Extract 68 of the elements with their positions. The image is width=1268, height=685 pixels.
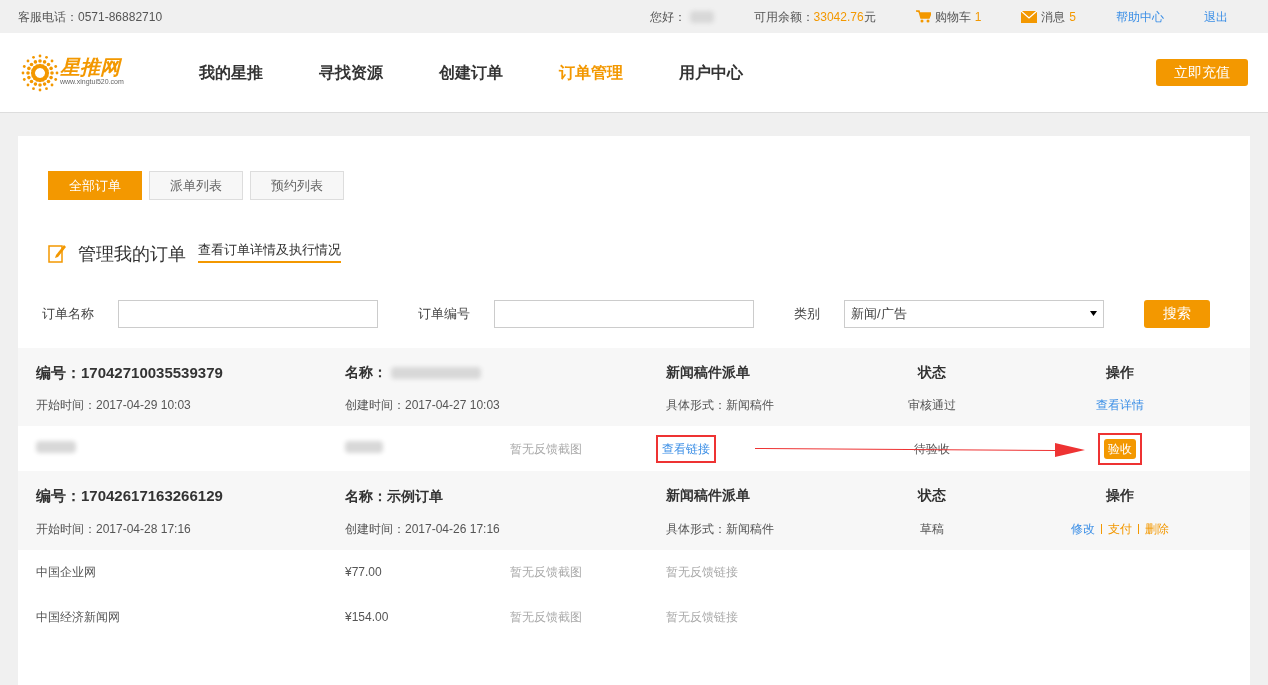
tab[interactable]: 派单列表	[149, 171, 243, 200]
balance-amount: 33042.76	[813, 8, 864, 26]
order-name: 名称：	[345, 363, 387, 383]
envelope-icon	[1021, 10, 1038, 23]
start-time: 开始时间：2017-04-29 10:03	[36, 397, 192, 414]
order-status: 草稿	[920, 520, 944, 538]
status-heading: 状态	[918, 486, 946, 505]
order-form: 具体形式：新闻稿件	[666, 397, 775, 414]
nav-item[interactable]: 用户中心	[678, 60, 743, 85]
order-name-label: 订单名称	[42, 304, 94, 323]
screenshot-status: 暂无反馈截图	[510, 564, 583, 581]
category-select[interactable]: 新闻/广告	[844, 299, 1104, 328]
tab[interactable]: 预约列表	[250, 171, 344, 200]
action-link[interactable]: 支付	[1108, 519, 1132, 538]
price: ¥154.00	[345, 610, 389, 624]
media-name: 中国企业网	[36, 565, 96, 579]
help-link[interactable]: 帮助中心	[1116, 7, 1164, 26]
price: ¥77.00	[345, 565, 382, 579]
redacted-text	[345, 440, 383, 453]
no-link-text: 暂无反馈链接	[666, 609, 738, 626]
order-type: 新闻稿件派单	[666, 486, 751, 505]
created-time: 创建时间：2017-04-27 10:03	[345, 397, 501, 414]
accept-button[interactable]: 验收	[1104, 438, 1136, 459]
category-label: 类别	[794, 304, 820, 323]
order-number-field[interactable]	[494, 299, 754, 328]
edit-icon	[48, 242, 66, 263]
order-number: 编号：17042710035539379	[36, 362, 224, 383]
order-type: 新闻稿件派单	[666, 362, 751, 382]
nav-item[interactable]: 订单管理	[558, 60, 623, 85]
no-link-text: 暂无反馈链接	[666, 564, 738, 581]
cart-link[interactable]: 购物车 1	[915, 7, 982, 26]
created-time: 创建时间：2017-04-26 17:16	[345, 520, 501, 538]
recharge-button[interactable]: 立即充值	[1156, 59, 1248, 86]
search-button[interactable]: 搜索	[1144, 299, 1210, 328]
order-number-label: 订单编号	[418, 304, 470, 323]
dropdown-arrow-icon	[1090, 311, 1097, 316]
operation-heading: 操作	[1106, 362, 1134, 382]
service-phone: 客服电话：0571-86882710	[18, 8, 163, 26]
balance-label: 可用余额：	[753, 8, 814, 26]
redacted-text	[689, 10, 714, 23]
order-form: 具体形式：新闻稿件	[666, 520, 775, 538]
screenshot-status: 暂无反馈截图	[510, 609, 583, 626]
operation-heading: 操作	[1106, 486, 1134, 505]
section-link[interactable]: 查看订单详情及执行情况	[198, 240, 341, 263]
start-time: 开始时间：2017-04-28 17:16	[36, 520, 192, 538]
action-link[interactable]: 删除	[1145, 519, 1169, 538]
screenshot-status: 暂无反馈截图	[510, 440, 583, 458]
order-number: 编号：17042617163266129	[36, 486, 224, 506]
section-title: 管理我的订单	[78, 244, 186, 263]
nav-item[interactable]: 我的星推	[198, 60, 263, 85]
action-link[interactable]: 修改	[1071, 519, 1095, 538]
order-name-field[interactable]	[118, 299, 378, 328]
order-status: 审核通过	[908, 397, 956, 414]
order-name: 名称：示例订单	[345, 486, 443, 506]
logout-link[interactable]: 退出	[1204, 7, 1228, 26]
action-link[interactable]: 查看详情	[1096, 396, 1144, 414]
nav-item[interactable]: 寻找资源	[318, 60, 383, 85]
logo-name: 星推网	[60, 57, 123, 78]
messages-link[interactable]: 消息 5	[1021, 7, 1076, 26]
redacted-text	[36, 440, 76, 453]
view-link[interactable]: 查看链接	[656, 434, 716, 463]
tab[interactable]: 全部订单	[48, 171, 142, 200]
balance-unit: 元	[863, 8, 876, 26]
nav-item[interactable]: 创建订单	[438, 60, 503, 85]
media-name: 中国经济新闻网	[36, 610, 120, 624]
status-heading: 状态	[918, 362, 946, 382]
greeting: 您好：	[649, 8, 686, 26]
cart-icon	[915, 10, 931, 23]
